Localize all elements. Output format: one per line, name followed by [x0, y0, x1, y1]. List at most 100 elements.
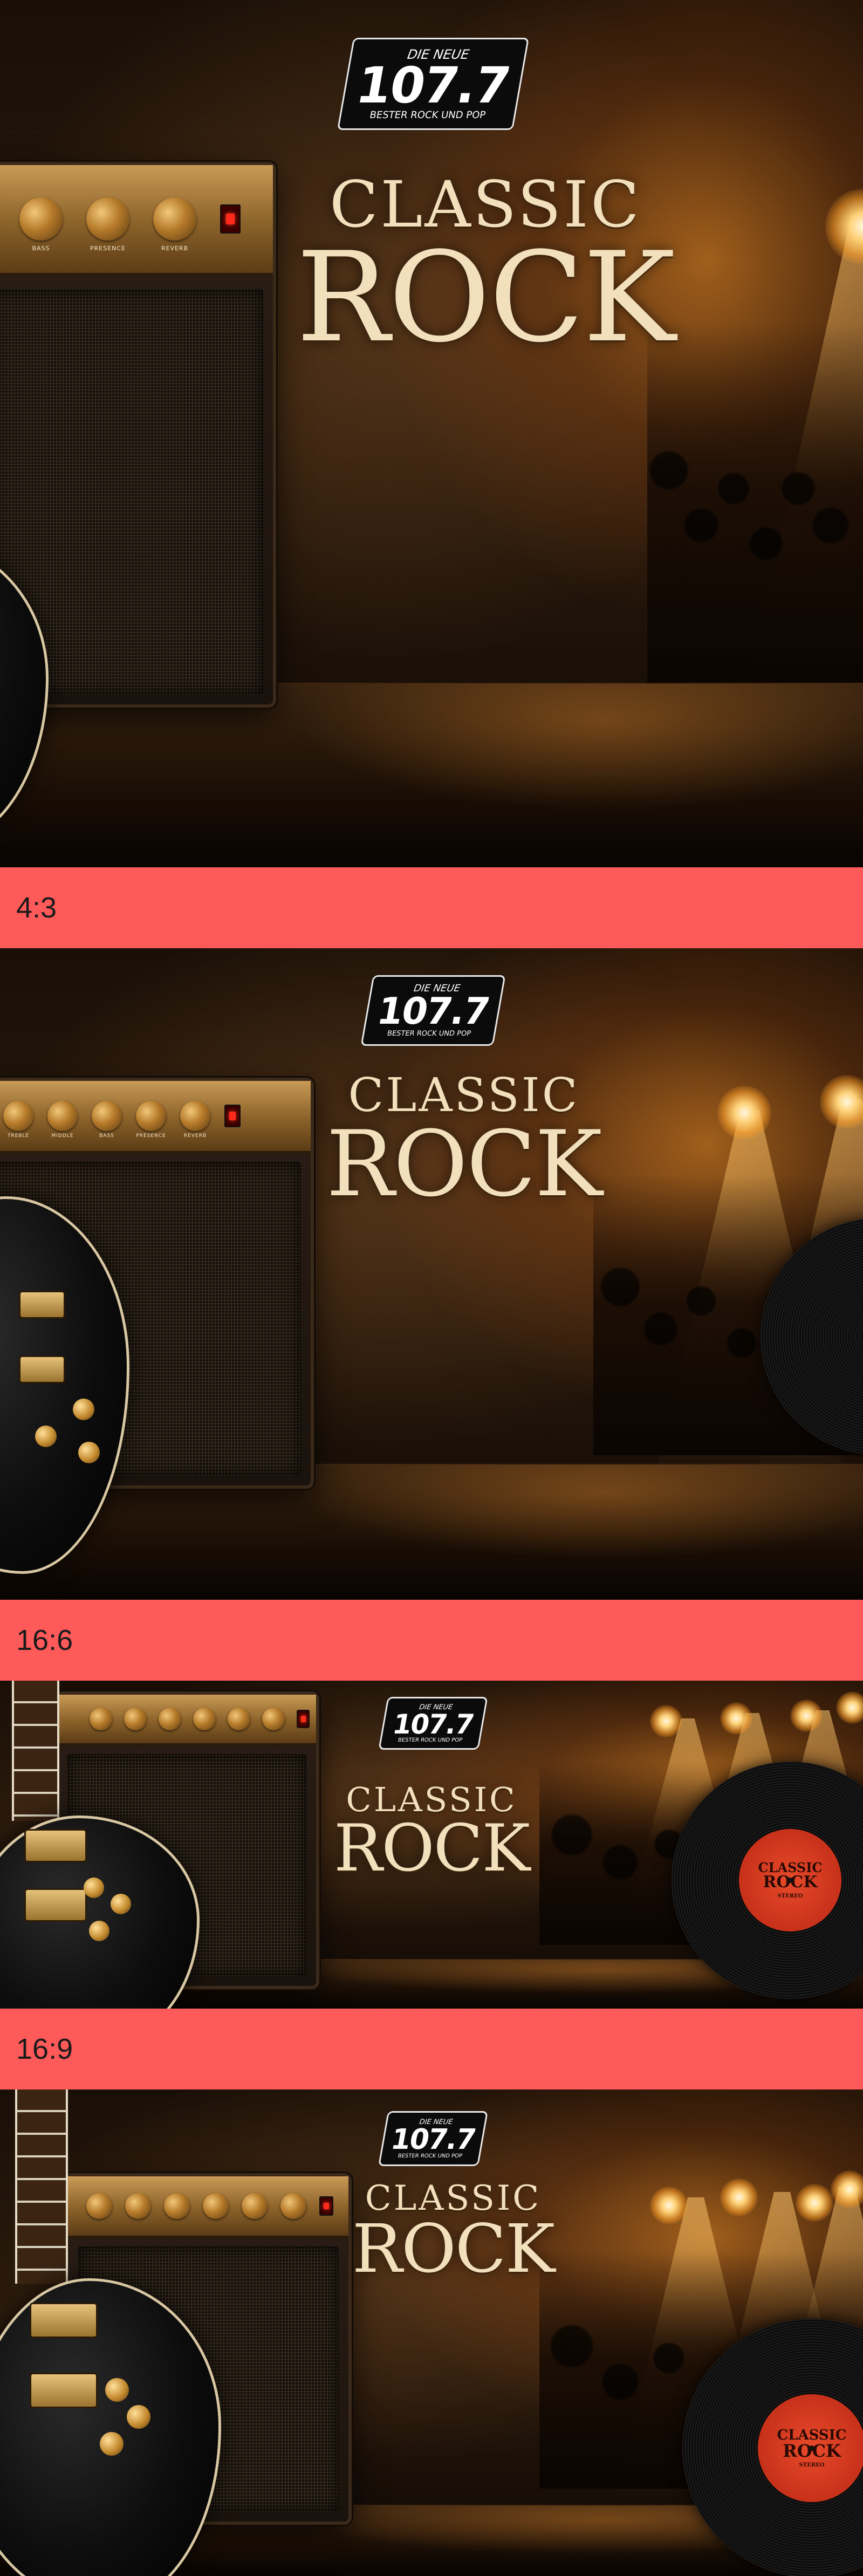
- guitar-knob: [84, 1878, 104, 1898]
- amp-control-panel: [68, 2176, 348, 2238]
- stage-light: [825, 189, 863, 264]
- banner-16-9: CLASSIC ROCK STEREO DIE NEUE 107.7 BESTE…: [0, 2089, 863, 2576]
- knob-label: BASS: [32, 245, 50, 252]
- amp-knob: [124, 1708, 147, 1730]
- banner-4-3: TREBLE MIDDLE BASS PRESENCE REVERB DIE N…: [0, 948, 863, 1600]
- stage-light: [717, 1086, 771, 1140]
- guitar-neck: [12, 1681, 59, 1821]
- guitar-pickup: [19, 1291, 65, 1319]
- amp-knob: PRESENCE: [136, 1101, 166, 1139]
- guitar-pickup: [24, 1888, 87, 1922]
- amp-knob: PRESENCE: [86, 197, 129, 252]
- knob-label: MIDDLE: [51, 1133, 74, 1139]
- spindle-hole: [787, 1878, 793, 1883]
- stage-light: [650, 1705, 682, 1737]
- amp-control-panel: TREBLE MIDDLE BASS PRESENCE REVERB: [0, 1081, 311, 1154]
- record-label: CLASSIC ROCK STEREO: [758, 2394, 863, 2502]
- record-label-side: STEREO: [799, 2462, 825, 2468]
- power-led-icon: [224, 1105, 241, 1127]
- crowd-silhouette: [647, 324, 863, 690]
- event-title: CLASSIC ROCK: [280, 173, 690, 360]
- power-led-icon: [220, 204, 241, 234]
- format-label-bar: 4:3: [0, 867, 863, 948]
- amp-knob: [86, 2193, 112, 2219]
- amp-knob: [242, 2193, 268, 2219]
- guitar-knob: [78, 1442, 100, 1463]
- knob-label: REVERB: [161, 245, 189, 252]
- stage-floor: [0, 683, 863, 867]
- record-label: CLASSIC ROCK STEREO: [739, 1829, 841, 1931]
- guitar-knob: [111, 1894, 131, 1914]
- format-preview-sheet: BASS PRESENCE REVERB DIE NEUE 107.7 BEST…: [0, 0, 863, 2576]
- knob-label: PRESENCE: [90, 245, 126, 252]
- amp-control-panel: BASS PRESENCE REVERB: [0, 165, 273, 276]
- guitar-pickup: [24, 1829, 87, 1862]
- format-label: 16:9: [16, 2033, 73, 2065]
- guitar-knob: [100, 2432, 124, 2456]
- stage-light: [796, 2184, 833, 2222]
- knob-label: TREBLE: [7, 1133, 30, 1139]
- logo-slogan: BESTER ROCK UND POP: [368, 109, 487, 121]
- power-led-icon: [297, 1710, 310, 1728]
- amp-knob: REVERB: [180, 1101, 210, 1139]
- record-label-rock: ROCK: [783, 2441, 841, 2461]
- amp-knob: [125, 2193, 151, 2219]
- event-title: CLASSIC ROCK: [313, 1783, 550, 1881]
- guitar-pickup: [30, 2303, 98, 2338]
- guitar-knob: [73, 1399, 94, 1420]
- guitar-amplifier: BASS PRESENCE REVERB: [0, 162, 276, 708]
- event-title: CLASSIC ROCK: [313, 1072, 615, 1209]
- station-logo: DIE NEUE 107.7 BESTER ROCK UND POP: [360, 975, 506, 1046]
- stage-light: [820, 1075, 863, 1129]
- guitar-neck: [15, 2089, 68, 2284]
- logo-slogan: BESTER ROCK UND POP: [397, 1737, 463, 1743]
- amp-knob: TREBLE: [3, 1101, 33, 1139]
- station-logo: DIE NEUE 107.7 BESTER ROCK UND POP: [337, 38, 530, 130]
- stage-light: [720, 2178, 758, 2216]
- guitar-knob: [89, 1921, 109, 1941]
- logo-slogan: BESTER ROCK UND POP: [386, 1030, 472, 1038]
- title-rock: ROCK: [333, 1811, 530, 1886]
- knob-label: PRESENCE: [136, 1133, 166, 1139]
- amp-knob: [90, 1708, 112, 1730]
- logo-slogan: BESTER ROCK UND POP: [397, 2153, 463, 2159]
- station-logo: DIE NEUE 107.7 BESTER ROCK UND POP: [378, 2111, 488, 2166]
- banner-square: BASS PRESENCE REVERB DIE NEUE 107.7 BEST…: [0, 0, 863, 867]
- banner-16-6: CLASSIC ROCK STEREO DIE NEUE 107.7 BESTE…: [0, 1681, 863, 2009]
- title-rock: ROCK: [296, 226, 676, 370]
- stage-light: [790, 1700, 823, 1732]
- logo-frequency: 107.7: [390, 1708, 476, 1740]
- knob-label: REVERB: [183, 1133, 207, 1139]
- title-rock: ROCK: [352, 2210, 556, 2288]
- title-rock: ROCK: [326, 1111, 602, 1217]
- amp-knob: REVERB: [153, 197, 196, 252]
- amp-knob: [193, 1708, 216, 1730]
- amp-knob: [203, 2193, 229, 2219]
- stage-light: [836, 1691, 863, 1724]
- amp-knob: BASS: [92, 1101, 122, 1139]
- guitar-pickup: [30, 2373, 98, 2408]
- stage-light: [650, 2187, 688, 2224]
- format-label-bar: 16:6: [0, 1600, 863, 1681]
- spindle-hole: [809, 2445, 814, 2451]
- logo-frequency: 107.7: [374, 990, 492, 1033]
- amp-knob: [164, 2193, 190, 2219]
- logo-frequency: 107.7: [352, 56, 514, 114]
- event-title: CLASSIC ROCK: [329, 2181, 577, 2283]
- amp-knob: MIDDLE: [47, 1101, 78, 1139]
- stage-light: [720, 1702, 752, 1735]
- guitar-knob: [35, 1426, 57, 1447]
- amp-knob: BASS: [19, 197, 63, 252]
- amp-knob: [262, 1708, 285, 1730]
- guitar-knob: [127, 2405, 150, 2429]
- format-label: 16:6: [16, 1624, 73, 1656]
- amp-knob: [280, 2193, 306, 2219]
- station-logo: DIE NEUE 107.7 BESTER ROCK UND POP: [378, 1697, 488, 1750]
- knob-label: BASS: [99, 1133, 114, 1139]
- guitar-knob: [105, 2378, 129, 2402]
- amp-control-panel: [57, 1695, 316, 1746]
- logo-frequency: 107.7: [388, 2123, 478, 2156]
- amp-knob: [228, 1708, 250, 1730]
- record-label-side: STEREO: [777, 1893, 803, 1899]
- guitar-pickup: [19, 1355, 65, 1383]
